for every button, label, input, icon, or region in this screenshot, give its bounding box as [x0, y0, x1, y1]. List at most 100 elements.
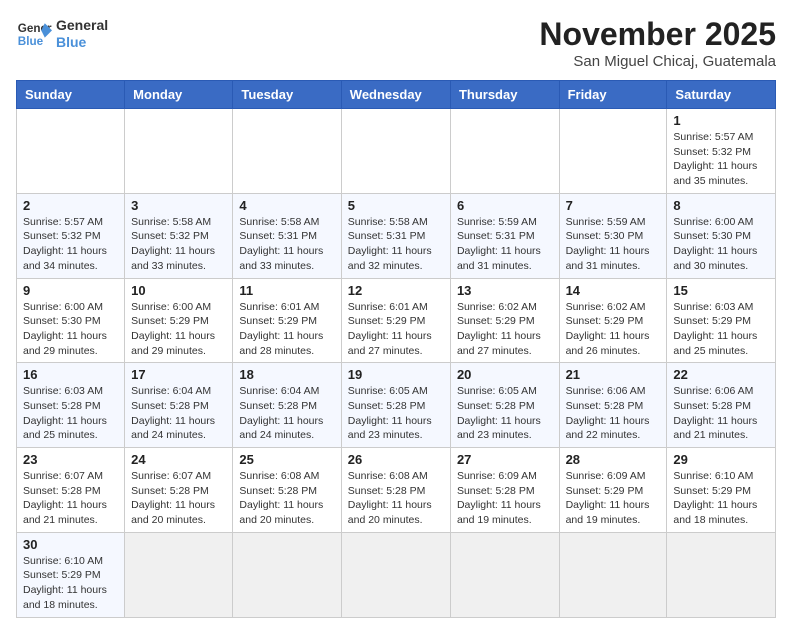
day-number: 23: [23, 452, 118, 467]
day-info: Sunrise: 5:58 AMSunset: 5:32 PMDaylight:…: [131, 215, 226, 274]
day-number: 1: [673, 113, 769, 128]
column-header-monday: Monday: [125, 81, 233, 109]
month-title: November 2025: [539, 16, 776, 53]
svg-text:Blue: Blue: [18, 35, 44, 48]
calendar-cell: 17 Sunrise: 6:04 AMSunset: 5:28 PMDayligh…: [125, 363, 233, 448]
column-header-tuesday: Tuesday: [233, 81, 341, 109]
column-header-saturday: Saturday: [667, 81, 776, 109]
day-info: Sunrise: 6:02 AMSunset: 5:29 PMDaylight:…: [566, 300, 661, 359]
day-info: Sunrise: 6:03 AMSunset: 5:28 PMDaylight:…: [23, 384, 118, 443]
calendar-cell: 9Sunrise: 6:00 AMSunset: 5:30 PMDaylight…: [17, 278, 125, 363]
calendar-week-row: 2 Sunrise: 5:57 AMSunset: 5:32 PMDaylight…: [17, 193, 776, 278]
day-info: Sunrise: 6:00 AMSunset: 5:29 PMDaylight:…: [131, 300, 226, 359]
day-info: Sunrise: 6:06 AMSunset: 5:28 PMDaylight:…: [566, 384, 661, 443]
calendar-cell: [450, 109, 559, 194]
calendar-cell: [559, 109, 667, 194]
day-info: Sunrise: 6:04 AMSunset: 5:28 PMDaylight:…: [131, 384, 226, 443]
calendar-cell: 10 Sunrise: 6:00 AMSunset: 5:29 PMDayligh…: [125, 278, 233, 363]
calendar-cell: [341, 532, 450, 617]
calendar-cell: 26 Sunrise: 6:08 AMSunset: 5:28 PMDayligh…: [341, 448, 450, 533]
day-number: 19: [348, 367, 444, 382]
day-number: 13: [457, 283, 553, 298]
day-info: Sunrise: 6:10 AMSunset: 5:29 PMDaylight:…: [23, 554, 118, 613]
day-info: Sunrise: 6:06 AMSunset: 5:28 PMDaylight:…: [673, 384, 769, 443]
calendar-cell: 1 Sunrise: 5:57 AMSunset: 5:32 PMDaylight…: [667, 109, 776, 194]
day-number: 22: [673, 367, 769, 382]
calendar-cell: 5Sunrise: 5:58 AMSunset: 5:31 PMDaylight…: [341, 193, 450, 278]
logo: General Blue General Blue: [16, 16, 108, 52]
calendar-cell: 15 Sunrise: 6:03 AMSunset: 5:29 PMDayligh…: [667, 278, 776, 363]
day-number: 29: [673, 452, 769, 467]
day-number: 4: [239, 198, 334, 213]
day-info: Sunrise: 6:03 AMSunset: 5:29 PMDaylight:…: [673, 300, 769, 359]
calendar-cell: 6Sunrise: 5:59 AMSunset: 5:31 PMDaylight…: [450, 193, 559, 278]
calendar-cell: 16 Sunrise: 6:03 AMSunset: 5:28 PMDayligh…: [17, 363, 125, 448]
day-number: 17: [131, 367, 226, 382]
calendar-cell: [17, 109, 125, 194]
day-number: 12: [348, 283, 444, 298]
calendar-cell: 24 Sunrise: 6:07 AMSunset: 5:28 PMDayligh…: [125, 448, 233, 533]
day-number: 28: [566, 452, 661, 467]
calendar-cell: 20Sunrise: 6:05 AMSunset: 5:28 PMDayligh…: [450, 363, 559, 448]
calendar-cell: 23Sunrise: 6:07 AMSunset: 5:28 PMDayligh…: [17, 448, 125, 533]
calendar-week-row: 1 Sunrise: 5:57 AMSunset: 5:32 PMDaylight…: [17, 109, 776, 194]
calendar-cell: 25Sunrise: 6:08 AMSunset: 5:28 PMDayligh…: [233, 448, 341, 533]
day-number: 26: [348, 452, 444, 467]
day-number: 14: [566, 283, 661, 298]
calendar-cell: [559, 532, 667, 617]
calendar-cell: 22 Sunrise: 6:06 AMSunset: 5:28 PMDayligh…: [667, 363, 776, 448]
day-info: Sunrise: 6:10 AMSunset: 5:29 PMDaylight:…: [673, 469, 769, 528]
day-number: 3: [131, 198, 226, 213]
column-header-friday: Friday: [559, 81, 667, 109]
calendar-week-row: 23 Sunrise: 6:07 AMSunset: 5:28 PMDayligh…: [17, 448, 776, 533]
calendar-cell: 14 Sunrise: 6:02 AMSunset: 5:29 PMDayligh…: [559, 278, 667, 363]
day-info: Sunrise: 5:57 AMSunset: 5:32 PMDaylight:…: [23, 215, 118, 274]
calendar-week-row: 9Sunrise: 6:00 AMSunset: 5:30 PMDaylight…: [17, 278, 776, 363]
day-number: 25: [239, 452, 334, 467]
calendar-cell: 2 Sunrise: 5:57 AMSunset: 5:32 PMDaylight…: [17, 193, 125, 278]
day-info: Sunrise: 6:07 AMSunset: 5:28 PMDaylight:…: [131, 469, 226, 528]
day-info: Sunrise: 6:01 AMSunset: 5:29 PMDaylight:…: [239, 300, 334, 359]
calendar-cell: [450, 532, 559, 617]
calendar-cell: 21 Sunrise: 6:06 AMSunset: 5:28 PMDayligh…: [559, 363, 667, 448]
day-info: Sunrise: 6:00 AMSunset: 5:30 PMDaylight:…: [673, 215, 769, 274]
header: General Blue General Blue November 2025 …: [16, 16, 776, 70]
day-info: Sunrise: 6:09 AMSunset: 5:29 PMDaylight:…: [566, 469, 661, 528]
day-number: 10: [131, 283, 226, 298]
day-number: 15: [673, 283, 769, 298]
calendar-cell: [125, 109, 233, 194]
day-info: Sunrise: 5:58 AMSunset: 5:31 PMDaylight:…: [348, 215, 444, 274]
calendar-cell: 30 Sunrise: 6:10 AMSunset: 5:29 PMDayligh…: [17, 532, 125, 617]
day-info: Sunrise: 6:05 AMSunset: 5:28 PMDaylight:…: [348, 384, 444, 443]
logo-icon: General Blue: [16, 16, 52, 52]
day-number: 27: [457, 452, 553, 467]
calendar-cell: [667, 532, 776, 617]
title-area: November 2025 San Miguel Chicaj, Guatema…: [539, 16, 776, 70]
day-number: 20: [457, 367, 553, 382]
day-number: 21: [566, 367, 661, 382]
calendar-cell: [341, 109, 450, 194]
calendar-cell: 27 Sunrise: 6:09 AMSunset: 5:28 PMDayligh…: [450, 448, 559, 533]
calendar-cell: 13Sunrise: 6:02 AMSunset: 5:29 PMDayligh…: [450, 278, 559, 363]
day-number: 11: [239, 283, 334, 298]
calendar-table: SundayMondayTuesdayWednesdayThursdayFrid…: [16, 80, 776, 618]
day-info: Sunrise: 5:57 AMSunset: 5:32 PMDaylight:…: [673, 130, 769, 189]
calendar-cell: [233, 532, 341, 617]
column-header-sunday: Sunday: [17, 81, 125, 109]
calendar-cell: [233, 109, 341, 194]
calendar-cell: 11 Sunrise: 6:01 AMSunset: 5:29 PMDayligh…: [233, 278, 341, 363]
day-number: 24: [131, 452, 226, 467]
column-header-thursday: Thursday: [450, 81, 559, 109]
day-number: 30: [23, 537, 118, 552]
day-info: Sunrise: 6:08 AMSunset: 5:28 PMDaylight:…: [348, 469, 444, 528]
day-info: Sunrise: 6:09 AMSunset: 5:28 PMDaylight:…: [457, 469, 553, 528]
day-info: Sunrise: 5:58 AMSunset: 5:31 PMDaylight:…: [239, 215, 334, 274]
column-header-wednesday: Wednesday: [341, 81, 450, 109]
day-number: 2: [23, 198, 118, 213]
day-number: 8: [673, 198, 769, 213]
calendar-cell: 8 Sunrise: 6:00 AMSunset: 5:30 PMDaylight…: [667, 193, 776, 278]
day-info: Sunrise: 6:00 AMSunset: 5:30 PMDaylight:…: [23, 300, 118, 359]
calendar-cell: 19 Sunrise: 6:05 AMSunset: 5:28 PMDayligh…: [341, 363, 450, 448]
day-number: 16: [23, 367, 118, 382]
calendar-cell: 18Sunrise: 6:04 AMSunset: 5:28 PMDayligh…: [233, 363, 341, 448]
